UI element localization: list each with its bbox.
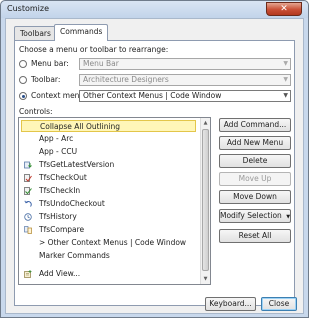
list-item[interactable]: TfsCheckOut [21, 172, 196, 184]
delete-label: Delete [242, 156, 268, 165]
checkin-icon [24, 187, 32, 195]
controls-list[interactable]: Collapse All Outlining App - Arc App - C… [18, 117, 211, 285]
modify-selection-label: Modify Selection [220, 211, 282, 220]
toolbar-label: Toolbar: [31, 75, 61, 84]
add-command-label: Add Command... [223, 120, 287, 129]
move-up-label: Move Up [238, 174, 272, 183]
list-item-label: Marker Commands [39, 251, 110, 260]
list-item[interactable]: App - Arc [21, 133, 196, 145]
reset-all-button[interactable]: Reset All [219, 229, 291, 243]
context-menu-radio[interactable] [19, 92, 27, 100]
dropdown-arrow-icon: ▼ [286, 214, 291, 220]
title-bar[interactable]: Customize ✕ [1, 1, 308, 18]
delete-button[interactable]: Delete [219, 154, 291, 168]
list-item[interactable]: Add View... [21, 268, 196, 280]
get-latest-icon [24, 161, 32, 169]
tab-commands[interactable]: Commands [54, 24, 109, 41]
tab-toolbars-label: Toolbars [20, 29, 51, 38]
add-new-menu-label: Add New Menu [226, 138, 284, 147]
checkout-icon [24, 174, 32, 182]
list-item-label: > Other Context Menus | Code Window [39, 238, 187, 247]
context-menu-value: Other Context Menus | Code Window [83, 91, 222, 100]
list-item-label: App - CCU [39, 147, 78, 156]
close-button[interactable]: Close [261, 297, 297, 311]
add-new-menu-button[interactable]: Add New Menu [219, 136, 291, 150]
keyboard-label: Keyboard... [209, 299, 252, 308]
list-item[interactable]: TfsCheckIn [21, 185, 196, 197]
list-item[interactable]: TfsCompare [21, 224, 196, 236]
list-item-label: Add View... [39, 269, 81, 278]
close-window-button[interactable]: ✕ [266, 2, 302, 16]
menu-bar-radio[interactable] [19, 60, 27, 68]
modify-selection-button[interactable]: Modify Selection ▼ [219, 209, 291, 223]
scroll-thumb[interactable] [202, 129, 209, 271]
list-item-label: TfsHistory [39, 212, 77, 221]
controls-label: Controls: [19, 107, 53, 116]
list-item-label: TfsGetLatestVersion [39, 160, 115, 169]
move-down-button[interactable]: Move Down [219, 190, 291, 204]
menu-bar-label: Menu bar: [31, 59, 69, 68]
list-item[interactable]: Collapse All Outlining [21, 120, 196, 132]
tab-toolbars[interactable]: Toolbars [14, 26, 57, 40]
list-item-label: Collapse All Outlining [40, 122, 121, 131]
list-item[interactable]: Marker Commands [21, 250, 196, 262]
add-command-button[interactable]: Add Command... [219, 118, 291, 132]
menu-bar-value: Menu Bar [83, 59, 119, 68]
list-item[interactable]: > Other Context Menus | Code Window [21, 237, 196, 249]
reset-all-label: Reset All [238, 231, 272, 240]
list-item-label: TfsUndoCheckout [39, 199, 105, 208]
list-item[interactable]: TfsUndoCheckout [21, 198, 196, 210]
list-item-label: TfsCheckIn [39, 186, 81, 195]
toolbar-value: Architecture Designers [83, 75, 169, 84]
chevron-down-icon: ▼ [283, 76, 288, 83]
chevron-down-icon: ▼ [283, 92, 288, 99]
list-item-label: App - Arc [39, 134, 74, 143]
context-menu-dropdown[interactable]: Other Context Menus | Code Window ▼ [79, 90, 291, 102]
customize-dialog: Customize ✕ Toolbars Commands Choose a m… [0, 0, 309, 318]
move-up-button[interactable]: Move Up [219, 172, 291, 186]
close-icon: ✕ [280, 4, 288, 14]
list-item-label: TfsCompare [39, 225, 85, 234]
add-view-icon [24, 270, 32, 278]
list-item[interactable]: App - CCU [21, 146, 196, 158]
controls-list-scrollbar[interactable]: ▲ ▼ [200, 118, 210, 284]
tab-commands-label: Commands [60, 27, 103, 36]
list-item[interactable]: TfsGetLatestVersion [21, 159, 196, 171]
toolbar-dropdown[interactable]: Architecture Designers ▼ [79, 74, 291, 86]
commands-tab-panel: Choose a menu or toolbar to rearrange: M… [14, 40, 295, 306]
keyboard-button[interactable]: Keyboard... [205, 297, 256, 311]
scroll-up-icon[interactable]: ▲ [201, 118, 210, 128]
undo-icon [24, 200, 32, 207]
move-down-label: Move Down [233, 192, 277, 201]
dialog-client-area: Toolbars Commands Choose a menu or toolb… [5, 18, 304, 314]
menu-bar-dropdown[interactable]: Menu Bar ▼ [79, 58, 291, 70]
instruction-text: Choose a menu or toolbar to rearrange: [19, 45, 169, 54]
list-item[interactable]: TfsHistory [21, 211, 196, 223]
list-item-label: TfsCheckOut [39, 173, 87, 182]
chevron-down-icon: ▼ [283, 60, 288, 67]
scroll-down-icon[interactable]: ▼ [201, 274, 210, 284]
compare-icon [24, 226, 32, 234]
toolbar-radio[interactable] [19, 76, 27, 84]
history-icon [24, 213, 32, 221]
dialog-title: Customize [7, 4, 49, 13]
close-label: Close [268, 299, 290, 308]
